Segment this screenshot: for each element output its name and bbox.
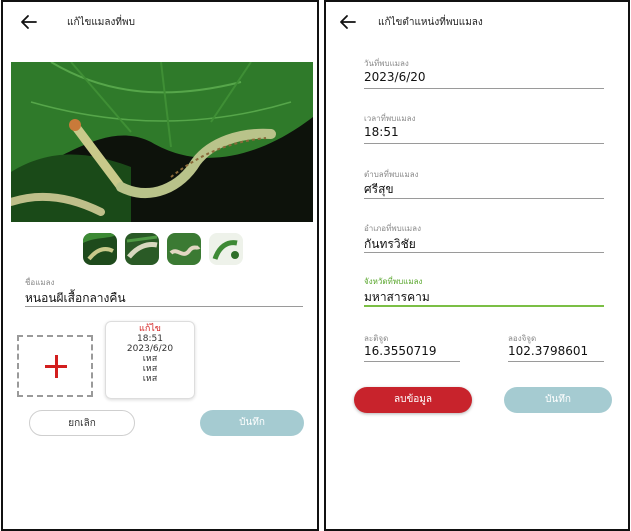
record-date: 2023/6/20 [126, 344, 174, 354]
photo-thumbnails [83, 233, 253, 265]
record-detail-2: เหส [142, 364, 158, 374]
province-underline [364, 305, 604, 307]
record-card[interactable]: แก้ไข 18:51 2023/6/20 เหส เหส เหส [105, 321, 195, 399]
back-arrow-icon[interactable] [17, 10, 41, 34]
save-button[interactable]: บันทึก [504, 387, 612, 413]
insect-name-underline [25, 306, 303, 307]
date-input[interactable]: 2023/6/20 [364, 70, 426, 84]
back-arrow-icon[interactable] [336, 10, 360, 34]
page-title: แก้ไขตำแหน่งที่พบแมลง [378, 17, 483, 28]
record-time: 18:51 [137, 334, 163, 344]
thumbnail-4[interactable] [209, 233, 243, 265]
thumbnail-2[interactable] [125, 233, 159, 265]
latitude-underline [364, 361, 460, 362]
thumbnail-3[interactable] [167, 233, 201, 265]
subdistrict-input[interactable]: ศรีสุข [364, 180, 394, 199]
time-underline [364, 143, 604, 144]
add-record-button[interactable] [17, 335, 93, 397]
save-button[interactable]: บันทึก [200, 410, 304, 436]
longitude-input[interactable]: 102.3798601 [508, 344, 588, 358]
date-label: วันที่พบแมลง [364, 59, 409, 68]
record-detail-1: เหส [142, 354, 158, 364]
time-label: เวลาที่พบแมลง [364, 114, 416, 123]
district-underline [364, 252, 604, 253]
time-input[interactable]: 18:51 [364, 125, 399, 139]
district-label: อำเภอที่พบแมลง [364, 224, 421, 233]
insect-name-label: ชื่อแมลง [25, 278, 55, 287]
page-title: แก้ไขแมลงที่พบ [67, 17, 135, 28]
subdistrict-underline [364, 198, 604, 199]
thumbnail-1[interactable] [83, 233, 117, 265]
edit-location-screen: แก้ไขตำแหน่งที่พบแมลง วันที่พบแมลง 2023/… [324, 0, 630, 531]
record-detail-3: เหส [142, 374, 158, 384]
delete-button[interactable]: ลบข้อมูล [354, 387, 472, 413]
province-label: จังหวัดที่พบแมลง [364, 277, 423, 286]
top-bar: แก้ไขแมลงที่พบ [3, 2, 317, 42]
latitude-input[interactable]: 16.3550719 [364, 344, 437, 358]
insect-photo [11, 62, 313, 222]
date-underline [364, 88, 604, 89]
longitude-underline [508, 361, 604, 362]
cancel-button[interactable]: ยกเลิก [29, 410, 135, 436]
edit-link[interactable]: แก้ไข [106, 324, 194, 334]
edit-insect-screen: แก้ไขแมลงที่พบ ชื่อแมลง หนอนผีเสื้อกลางค… [1, 0, 319, 531]
top-bar: แก้ไขตำแหน่งที่พบแมลง [326, 2, 628, 42]
